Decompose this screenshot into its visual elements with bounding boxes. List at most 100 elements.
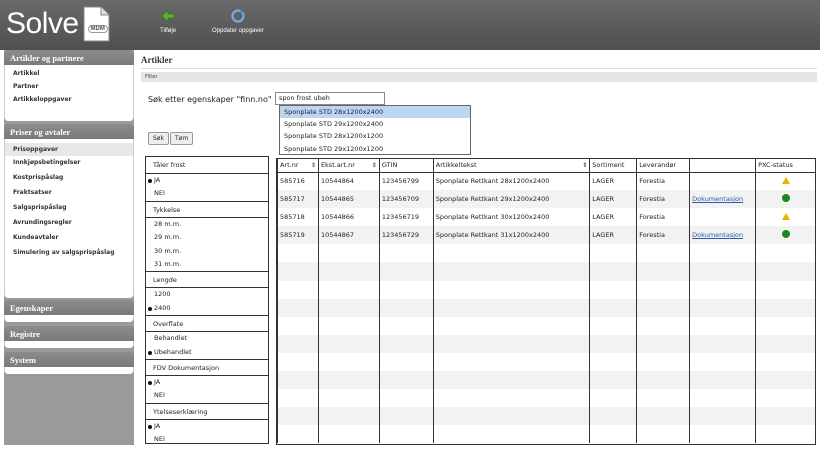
empty-table-row (277, 425, 815, 444)
table-row[interactable]: 585718 10544866 123456719 Sponplate Rett… (277, 208, 815, 227)
warning-icon (782, 176, 791, 184)
logo-text: Solve (6, 7, 79, 40)
column-header-label: Artikkeltekst (435, 161, 477, 170)
table-row[interactable]: 585716 10544864 123456799 Sponplate Rett… (277, 172, 815, 191)
empty-table-row (277, 316, 815, 335)
sidebar-item-price-tasks[interactable]: Prisoppgaver (5, 143, 133, 156)
empty-cell (689, 316, 757, 335)
empty-cell (432, 407, 591, 426)
empty-cell (636, 425, 691, 444)
filter-bar[interactable]: Filter (141, 72, 817, 82)
facet-option[interactable]: 30 m.m. (146, 245, 268, 258)
sidebar-item-freight-rates[interactable]: Fraktsatser (5, 186, 133, 201)
sidebar-section-header[interactable]: Egenskaper (4, 300, 134, 315)
empty-cell (636, 280, 691, 299)
empty-cell (432, 389, 591, 408)
sidebar-item-rounding-rules[interactable]: Avrundingsregler (5, 216, 133, 231)
cell-documentation (689, 208, 757, 227)
table-row[interactable]: 585717 10544865 123456709 Sponplate Rett… (277, 190, 815, 209)
column-header-ext-art-nr[interactable]: Ekst.art.nr ⇕ (317, 159, 380, 173)
sidebar-item-article[interactable]: Artikkel (5, 67, 133, 80)
column-header-pxc-status[interactable]: PXC-status (755, 159, 815, 173)
empty-cell (589, 244, 638, 263)
search-input[interactable]: spon frost ubeh (275, 92, 385, 105)
sidebar-item-partner[interactable]: Partner (5, 80, 133, 93)
facet-option[interactable]: Behandlet (146, 332, 268, 345)
facet-title: Ytelseserklæring (146, 402, 268, 420)
column-header-gtin[interactable]: GTIN (378, 159, 434, 173)
facet-option[interactable]: Ubehandlet (146, 346, 268, 359)
empty-table-row (277, 389, 815, 408)
empty-cell (277, 407, 319, 426)
empty-cell (755, 425, 815, 444)
empty-cell (378, 280, 434, 299)
sidebar-section-header[interactable]: System (4, 352, 134, 367)
empty-cell (317, 298, 380, 317)
sidebar-item-simulate-markup[interactable]: Simulering av salgsprispåslag (5, 246, 133, 261)
facet-title: Tåler frost (146, 157, 268, 174)
cell-documentation: Dokumentasjon (689, 190, 757, 209)
facet-option[interactable]: NEI (146, 187, 268, 200)
sort-icon[interactable]: ⇕ (582, 162, 587, 169)
column-header-label: Art.nr (280, 161, 299, 170)
facet-option[interactable]: 31 m.m. (146, 258, 268, 271)
facet-option[interactable]: JA (146, 420, 268, 433)
column-header-supplier[interactable]: Leverandør (636, 159, 691, 173)
divider (141, 68, 817, 69)
facet-option[interactable]: NEI (146, 433, 268, 446)
empty-cell (432, 298, 591, 317)
results-table: Art.nr ⇕ Ekst.art.nr ⇕ GTIN Artikkeltekst ⇕… (277, 159, 815, 444)
facet-option[interactable]: 2400 (146, 302, 268, 315)
sidebar-item-sales-markup[interactable]: Salgsprispåslag (5, 201, 133, 216)
cell-supplier: Forestia (636, 226, 691, 245)
empty-cell (378, 389, 434, 408)
sort-icon[interactable]: ⇕ (311, 162, 316, 169)
cell-assortment: LAGER (589, 190, 638, 209)
sidebar-section-header[interactable]: Registre (4, 326, 134, 341)
facet-option[interactable]: JA (146, 174, 268, 187)
refresh-tasks-button[interactable]: Oppdater oppgaver (212, 8, 264, 34)
documentation-link[interactable]: Dokumentasjon (692, 195, 743, 203)
empty-cell (277, 425, 319, 444)
cell-documentation: Dokumentasjon (689, 226, 757, 245)
sidebar-item-article-tasks[interactable]: Artikkeloppgaver (5, 93, 133, 106)
column-header-art-nr[interactable]: Art.nr ⇕ (277, 159, 319, 173)
column-header-label: GTIN (381, 161, 398, 170)
empty-cell (689, 352, 757, 372)
facet-option[interactable]: 1200 (146, 288, 268, 301)
suggestion-item[interactable]: Sponplate STD 29x1200x1200 (280, 143, 470, 155)
facet-panel: Tåler frost JA NEI Tykkelse 28 m.m. 29 m… (145, 156, 269, 444)
suggestion-item[interactable]: Sponplate STD 28x1200x2400 (280, 106, 470, 119)
cell-pxc-status (755, 190, 815, 209)
refresh-icon (231, 9, 245, 23)
suggestion-dropdown: Sponplate STD 28x1200x2400 Sponplate STD… (279, 105, 471, 155)
table-row[interactable]: 585719 10544867 123456729 Sponplate Rett… (277, 226, 815, 245)
empty-cell (432, 280, 591, 299)
empty-cell (432, 334, 591, 353)
suggestion-item[interactable]: Sponplate STD 29x1200x2400 (280, 118, 470, 130)
facet-option[interactable]: JA (146, 376, 268, 389)
cell-assortment: LAGER (589, 172, 638, 191)
sidebar-item-purchase-terms[interactable]: Innkjøpsbetingelser (5, 156, 133, 171)
facet-option[interactable]: 28 m.m. (146, 218, 268, 231)
sort-icon[interactable]: ⇕ (372, 162, 377, 169)
clear-button[interactable]: Tøm (170, 132, 194, 145)
empty-table-row (277, 407, 815, 426)
sidebar-item-customer-agreements[interactable]: Kundeavtaler (5, 231, 133, 246)
sidebar-section-header[interactable]: Priser og avtaler (4, 124, 134, 139)
cell-pxc-status (755, 172, 815, 191)
sidebar-section-header[interactable]: Artikler og partnere (4, 50, 134, 65)
column-header-assortment[interactable]: Sortiment (589, 159, 638, 173)
column-header-article-text[interactable]: Artikkeltekst ⇕ (432, 159, 591, 173)
warning-icon (782, 212, 791, 220)
sidebar-item-cost-markup[interactable]: Kostprispåslag (5, 171, 133, 186)
empty-cell (378, 298, 434, 317)
empty-cell (317, 371, 380, 390)
search-button[interactable]: Søk (148, 132, 169, 145)
facet-option[interactable]: NEI (146, 389, 268, 402)
empty-cell (755, 389, 815, 408)
suggestion-item[interactable]: Sponplate STD 28x1200x1200 (280, 130, 470, 142)
facet-option[interactable]: 29 m.m. (146, 231, 268, 244)
documentation-link[interactable]: Dokumentasjon (692, 231, 743, 239)
add-button[interactable]: Tilføje (160, 8, 176, 34)
